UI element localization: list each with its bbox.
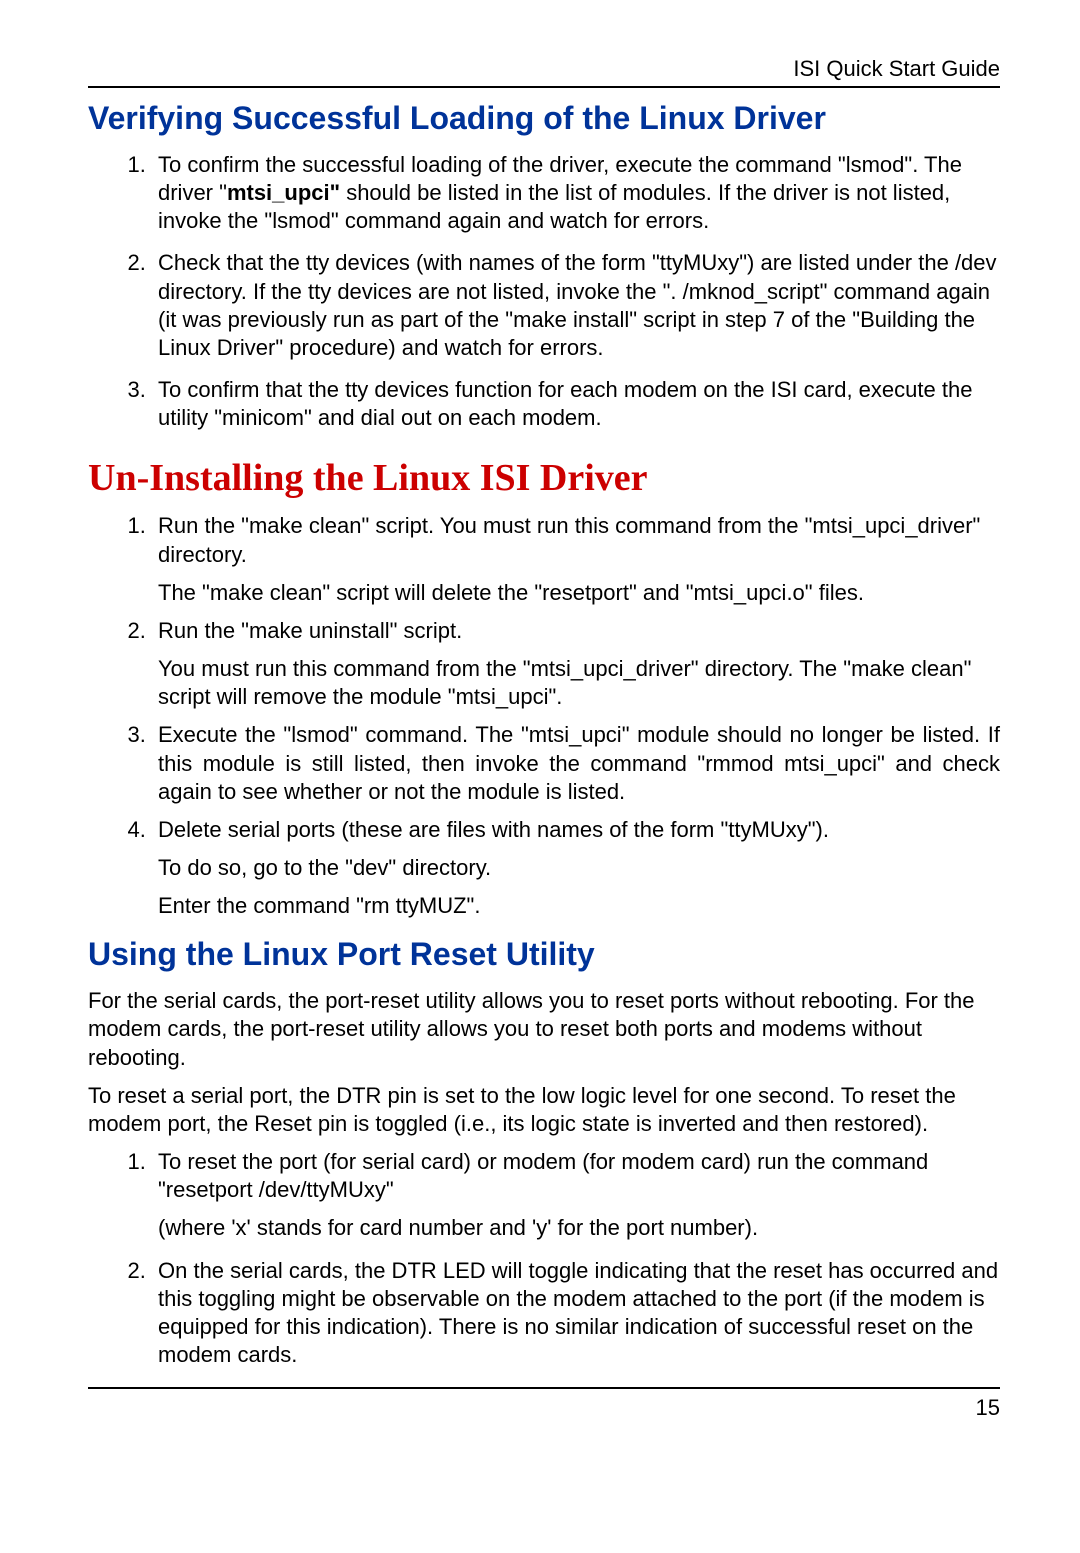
list-item: Run the "make clean" script. You must ru… — [152, 512, 1000, 606]
heading-uninstall: Un-Installing the Linux ISI Driver — [88, 456, 1000, 500]
list-item: Check that the tty devices (with names o… — [152, 249, 1000, 362]
page-number: 15 — [88, 1395, 1000, 1421]
list-item: To confirm that the tty devices function… — [152, 376, 1000, 432]
text-run: To reset the port (for serial card) or m… — [158, 1149, 928, 1202]
list-item: Delete serial ports (these are files wit… — [152, 816, 1000, 920]
text-run: On the serial cards, the DTR LED will to… — [158, 1258, 998, 1367]
text-run: (where 'x' stands for card number and 'y… — [158, 1214, 1000, 1242]
text-run: Run the "make uninstall" script. — [158, 618, 462, 643]
uninstall-list: Run the "make clean" script. You must ru… — [88, 512, 1000, 920]
paragraph: To reset a serial port, the DTR pin is s… — [88, 1082, 1000, 1138]
verify-list: To confirm the successful loading of the… — [88, 151, 1000, 432]
list-item: To confirm the successful loading of the… — [152, 151, 1000, 235]
header-rule — [88, 86, 1000, 88]
text-run: Delete serial ports (these are files wit… — [158, 817, 829, 842]
list-item: Execute the "lsmod" command. The "mtsi_u… — [152, 721, 1000, 805]
list-item: On the serial cards, the DTR LED will to… — [152, 1257, 1000, 1370]
footer-rule — [88, 1387, 1000, 1389]
list-item: Run the "make uninstall" script. You mus… — [152, 617, 1000, 711]
heading-verifying: Verifying Successful Loading of the Linu… — [88, 100, 1000, 137]
text-run: Run the "make clean" script. You must ru… — [158, 513, 980, 566]
document-page: ISI Quick Start Guide Verifying Successf… — [0, 0, 1080, 1553]
text-run: To do so, go to the "dev" directory. — [158, 854, 1000, 882]
reset-list: To reset the port (for serial card) or m… — [88, 1148, 1000, 1369]
header-title: ISI Quick Start Guide — [88, 56, 1000, 82]
heading-port-reset: Using the Linux Port Reset Utility — [88, 936, 1000, 973]
text-run: Enter the command "rm ttyMUZ". — [158, 892, 1000, 920]
list-item: To reset the port (for serial card) or m… — [152, 1148, 1000, 1242]
text-run: The "make clean" script will delete the … — [158, 579, 1000, 607]
text-run: You must run this command from the "mtsi… — [158, 655, 1000, 711]
text-run: Execute the "lsmod" command. The "mtsi_u… — [158, 722, 1000, 803]
text-bold: mtsi_upci" — [227, 180, 340, 205]
paragraph: For the serial cards, the port-reset uti… — [88, 987, 1000, 1071]
